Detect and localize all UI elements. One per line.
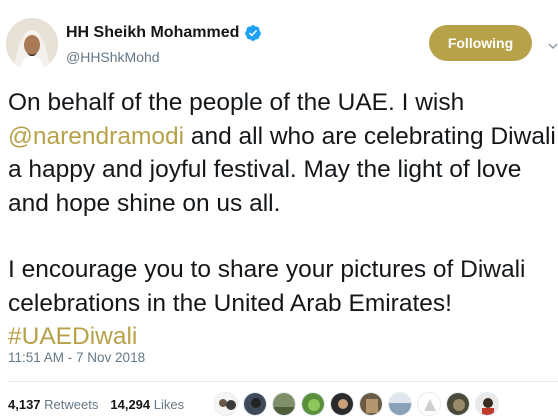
avatar-image <box>6 18 58 70</box>
liker-avatar[interactable] <box>417 392 441 416</box>
tweet-text: On behalf of the people of the UAE. I wi… <box>8 86 556 354</box>
likes-count: 14,294 <box>110 397 151 412</box>
retweets-stat[interactable]: 4,137 Retweets <box>8 397 98 412</box>
retweets-count: 4,137 <box>8 397 41 412</box>
liker-avatar[interactable] <box>359 392 383 416</box>
tweet-stats: 4,137 Retweets 14,294 Likes <box>8 397 184 412</box>
author-display-name[interactable]: HH Sheikh Mohammed <box>66 24 239 42</box>
author-handle[interactable]: @HHShkMohd <box>66 49 160 65</box>
hashtag-link[interactable]: #UAEDiwali <box>8 323 137 350</box>
liker-avatar[interactable] <box>301 392 325 416</box>
verified-badge-icon <box>244 24 262 42</box>
chevron-down-icon[interactable] <box>548 38 558 49</box>
liker-avatar[interactable] <box>330 392 354 416</box>
liker-avatar[interactable] <box>214 392 238 416</box>
likes-label: Likes <box>153 397 185 412</box>
following-button[interactable]: Following <box>429 25 532 61</box>
tweet-paragraph-2: I encourage you to share your pictures o… <box>8 253 556 354</box>
liker-avatar[interactable] <box>446 392 470 416</box>
profile-avatar[interactable] <box>6 18 58 70</box>
likers-avatars <box>214 392 504 416</box>
liker-avatar[interactable] <box>272 392 296 416</box>
retweets-label: Retweets <box>44 397 99 412</box>
liker-avatar[interactable] <box>388 392 412 416</box>
liker-avatar[interactable] <box>243 392 267 416</box>
tweet-text-segment: On behalf of the people of the UAE. I wi… <box>8 89 472 116</box>
tweet-paragraph-1: On behalf of the people of the UAE. I wi… <box>8 86 556 220</box>
tweet-text-segment: I encourage you to share your pictures o… <box>8 256 533 317</box>
mention-link[interactable]: @narendramodi <box>8 123 184 150</box>
likes-stat[interactable]: 14,294 Likes <box>110 397 184 412</box>
author-name-row[interactable]: HH Sheikh Mohammed <box>66 24 262 42</box>
tweet-timestamp[interactable]: 11:51 AM - 7 Nov 2018 <box>8 350 145 365</box>
divider <box>8 381 558 382</box>
liker-avatar[interactable] <box>475 392 499 416</box>
